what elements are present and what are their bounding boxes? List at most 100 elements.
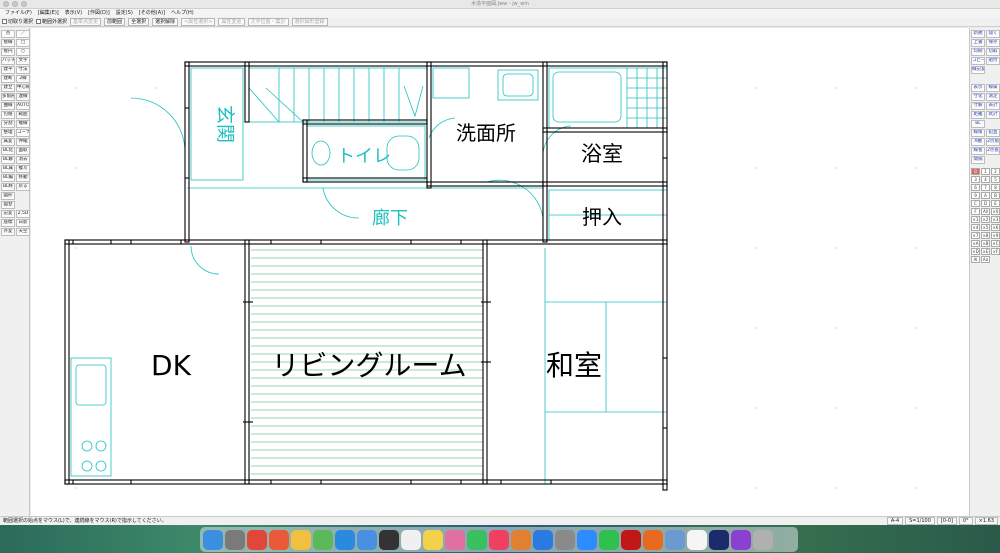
acrobat-icon[interactable] [621, 529, 641, 550]
right-tool-13[interactable]: 線属 [986, 84, 1000, 92]
layer-button-27[interactable]: ×A [971, 240, 980, 247]
preferences-icon[interactable] [555, 529, 575, 550]
attribute-select-button[interactable]: <属性選択> [181, 17, 216, 26]
left-tool-16[interactable]: 曲線 [1, 102, 15, 110]
layer-button-33[interactable]: Al [971, 256, 980, 263]
left-tool-44[interactable]: 外変 [1, 228, 15, 236]
cut-select-checkbox[interactable]: 切取り選択 [2, 18, 33, 25]
left-tool-34[interactable]: BL終 [1, 183, 15, 191]
photos-icon[interactable] [445, 529, 465, 550]
left-tool-21[interactable]: 複線 [16, 120, 30, 128]
layer-button-32[interactable]: ×F [991, 248, 1000, 255]
layer-button-30[interactable]: ×D [971, 248, 980, 255]
right-tool-22[interactable]: 線角 [971, 129, 985, 137]
layer-button-11[interactable]: B [991, 192, 1000, 199]
layer-button-8[interactable]: 8 [991, 184, 1000, 191]
left-tool-1[interactable]: ／ [16, 30, 30, 38]
right-tool-18[interactable]: 距離 [971, 111, 985, 119]
left-tool-3[interactable]: □ [16, 39, 30, 47]
left-tool-35[interactable]: 戻る [16, 183, 30, 191]
layer-button-16[interactable]: All [981, 208, 990, 215]
left-tool-31[interactable]: 複写 [16, 165, 30, 173]
layer-button-31[interactable]: ×E [981, 248, 990, 255]
text-position-button[interactable]: 文字位置・集計 [247, 17, 289, 26]
textedit-icon[interactable] [687, 529, 707, 550]
music-icon[interactable] [489, 529, 509, 550]
right-tool-16[interactable]: 寸解 [971, 102, 985, 110]
right-tool-1[interactable]: 開く [986, 30, 1000, 38]
layer-button-26[interactable]: ×9 [991, 232, 1000, 239]
right-tool-24[interactable]: X軸 [971, 138, 985, 146]
right-tool-27[interactable]: 2点長 [986, 147, 1000, 155]
previous-range-button[interactable]: 前範囲 [104, 17, 126, 26]
layer-button-21[interactable]: ×4 [971, 224, 980, 231]
jww-icon[interactable] [709, 529, 729, 550]
left-tool-12[interactable]: 建立 [1, 84, 15, 92]
left-tool-2[interactable]: 接線 [1, 39, 15, 47]
left-tool-0[interactable]: 点 [1, 30, 15, 38]
right-tool-17[interactable]: 表計 [986, 102, 1000, 110]
line-icon[interactable] [599, 529, 619, 550]
layer-button-6[interactable]: 6 [971, 184, 980, 191]
right-tool-26[interactable]: 線長 [971, 147, 985, 155]
menu-other[interactable]: [その他(A)] [136, 9, 168, 17]
left-tool-6[interactable]: ハッチ [1, 57, 15, 65]
left-tool-27[interactable]: 面取 [16, 147, 30, 155]
maps-icon[interactable] [313, 529, 333, 550]
left-tool-13[interactable]: 中心線 [16, 84, 30, 92]
left-tool-45[interactable]: 天空 [16, 228, 30, 236]
layer-button-23[interactable]: ×6 [991, 224, 1000, 231]
outside-select-checkbox[interactable]: 範囲外選択 [36, 18, 67, 25]
left-tool-29[interactable]: 消去 [16, 156, 30, 164]
left-tool-15[interactable]: 連線 [16, 93, 30, 101]
layer-button-28[interactable]: ×B [981, 240, 990, 247]
left-tool-19[interactable]: 範囲 [16, 111, 30, 119]
left-tool-25[interactable]: 伸縮 [16, 138, 30, 146]
notes-icon[interactable] [291, 529, 311, 550]
left-tool-14[interactable]: 多角形 [1, 93, 15, 101]
left-tool-10[interactable]: 建断 [1, 75, 15, 83]
messages-icon[interactable] [467, 529, 487, 550]
zoom-icon[interactable] [577, 529, 597, 550]
menu-settings[interactable]: 設定(S) [113, 9, 136, 17]
right-tool-4[interactable]: 印刷 [971, 48, 985, 56]
layer-button-9[interactable]: 9 [971, 192, 980, 199]
clock-icon[interactable] [379, 529, 399, 550]
left-tool-8[interactable]: 建平 [1, 66, 15, 74]
zoom-indicator[interactable]: ×1.63 [974, 517, 998, 525]
left-tool-5[interactable]: ○ [16, 48, 30, 56]
notes-icon[interactable] [423, 529, 443, 550]
launchpad-icon[interactable] [225, 529, 245, 550]
right-tool-8[interactable]: 線記変 [971, 66, 985, 74]
left-tool-40[interactable]: 記変 [1, 210, 15, 218]
layer-button-12[interactable]: C [971, 200, 980, 207]
left-tool-20[interactable]: 分割 [1, 120, 15, 128]
left-tool-28[interactable]: BL解 [1, 156, 15, 164]
left-tool-30[interactable]: BL属 [1, 165, 15, 173]
left-tool-9[interactable]: 寸法 [16, 66, 30, 74]
left-tool-7[interactable]: 文字 [16, 57, 30, 65]
right-tool-20[interactable]: BL [971, 120, 985, 128]
left-tool-11[interactable]: 2線 [16, 75, 30, 83]
right-tool-28[interactable]: 間隔 [971, 156, 985, 164]
left-tool-43[interactable]: 日影 [16, 219, 30, 227]
finder-icon[interactable] [203, 529, 223, 550]
layer-button-3[interactable]: 3 [971, 176, 980, 183]
right-tool-7[interactable]: 貼付 [986, 57, 1000, 65]
scale-indicator[interactable]: S=1/100 [905, 517, 935, 525]
menu-file[interactable]: ファイル(F) [2, 9, 35, 17]
layer-button-17[interactable]: ×0 [991, 208, 1000, 215]
left-tool-26[interactable]: BL化 [1, 147, 15, 155]
register-shape-button[interactable]: 選択図形登録 [291, 17, 328, 26]
left-tool-41[interactable]: 2.5D [16, 210, 30, 218]
angle-indicator[interactable]: 0° [958, 517, 973, 525]
left-tool-42[interactable]: 座標 [1, 219, 15, 227]
vpn-icon[interactable] [731, 529, 751, 550]
preview-icon[interactable] [665, 529, 685, 550]
layer-button-10[interactable]: A [981, 192, 990, 199]
right-tool-12[interactable]: 表示 [971, 84, 985, 92]
layer-button-15[interactable]: F [971, 208, 980, 215]
right-tool-14[interactable]: 寸化 [971, 93, 985, 101]
chrome-icon[interactable] [247, 529, 267, 550]
reminders-icon[interactable] [401, 529, 421, 550]
